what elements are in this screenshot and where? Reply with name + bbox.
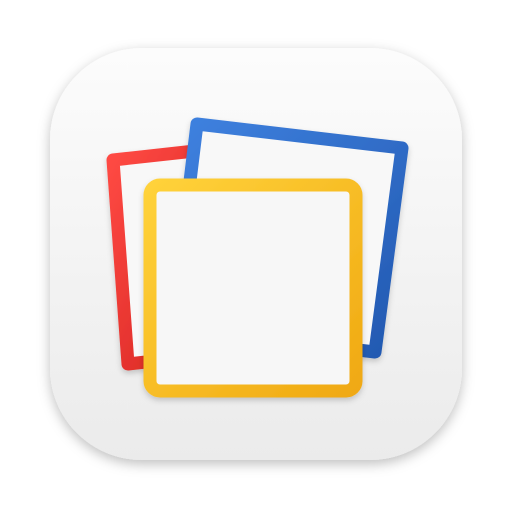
yellow-card (143, 178, 363, 398)
notes-app-icon (50, 48, 462, 460)
app-icon-canvas (0, 0, 512, 512)
